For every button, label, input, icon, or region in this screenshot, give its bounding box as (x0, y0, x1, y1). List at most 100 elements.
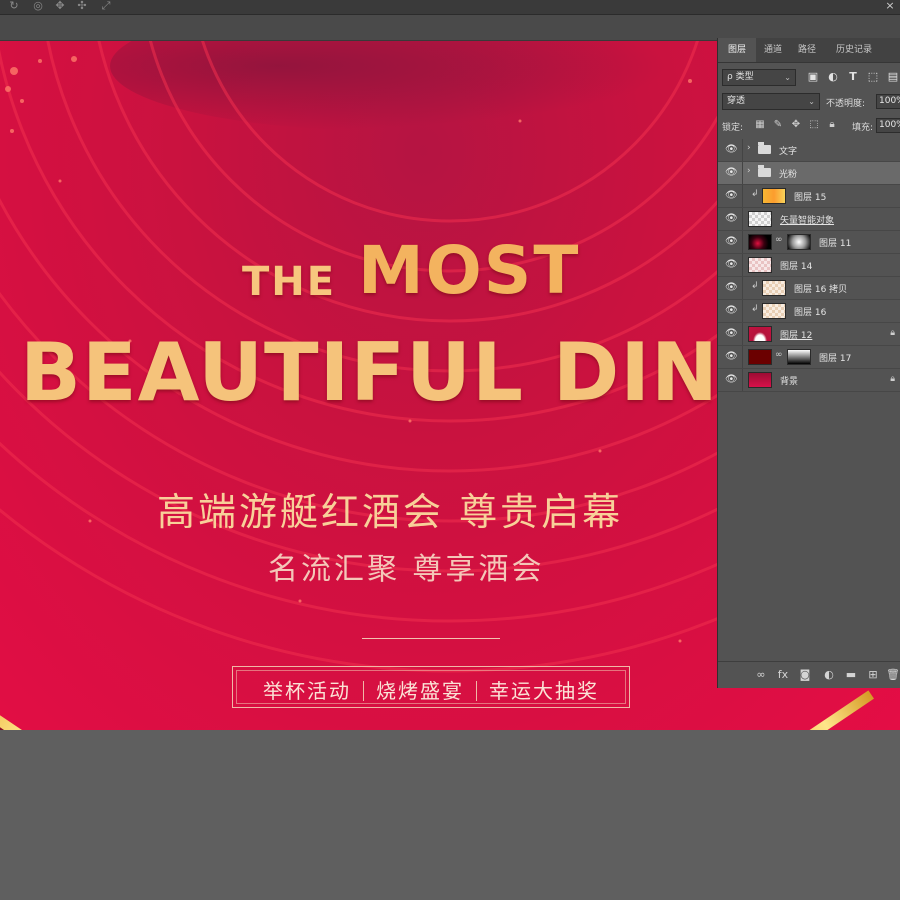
layer-row[interactable]: 👁︎ ↲ 图层 16 (718, 300, 900, 323)
blend-mode-select[interactable]: 穿透 ⌄ (722, 93, 820, 110)
lock-artboard-icon[interactable]: ⬚ (808, 119, 820, 131)
layer-kind-filter-label: ρ 类型 (727, 72, 754, 82)
chevron-right-icon[interactable]: › (747, 143, 751, 153)
headline-the: THE (242, 259, 337, 305)
layer-thumbnail (748, 326, 772, 342)
eye-icon[interactable]: 👁︎ (725, 259, 738, 271)
layer-row[interactable]: 👁︎ › 光粉 (718, 162, 900, 185)
layer-kind-filter[interactable]: ρ 类型 ⌄ (722, 69, 796, 86)
tab-layers[interactable]: 图层 (718, 38, 756, 62)
tab-paths[interactable]: 路径 (790, 38, 824, 62)
layer-name: 图层 16 拷贝 (794, 285, 848, 295)
eye-icon[interactable]: 👁︎ (725, 305, 738, 317)
eye-icon[interactable]: 👁︎ (725, 144, 738, 156)
clipping-mask-icon: ↲ (751, 304, 759, 314)
add-mask-icon[interactable]: ◙ (798, 668, 812, 682)
subtitle-secondary: 名流汇聚 尊享酒会 (268, 552, 545, 587)
chevron-right-icon[interactable]: › (747, 166, 751, 176)
opacity-label: 不透明度: (826, 99, 866, 109)
fill-label: 填充: (852, 123, 874, 133)
layer-thumbnail (748, 234, 772, 250)
fill-field[interactable]: 100% (876, 118, 900, 133)
options-bar: ↻ ◎ ✥ ✣ ⤢ × (0, 0, 900, 15)
eye-icon[interactable]: 👁︎ (725, 167, 738, 179)
new-group-icon[interactable]: ▬ (844, 668, 858, 682)
eye-icon[interactable]: 👁︎ (725, 236, 738, 248)
3d-slide-icon[interactable]: ✣ (76, 0, 88, 12)
layer-thumbnail (748, 349, 772, 365)
eye-icon[interactable]: 👁︎ (725, 213, 738, 225)
tab-history[interactable]: 历史记录 (824, 38, 884, 62)
3d-rotate-icon[interactable]: ↻ (8, 0, 20, 12)
layer-row[interactable]: 👁︎ › 文字 (718, 139, 900, 162)
adjustment-layer-icon[interactable]: ◐ (822, 668, 836, 682)
layer-list: 👁︎ › 文字 👁︎ › 光粉 👁︎ ↲ 图层 15 👁︎ 矢量智能对象 👁︎ (718, 139, 900, 392)
lock-position-icon[interactable]: ✥ (790, 119, 802, 131)
eye-icon[interactable]: 👁︎ (725, 374, 738, 386)
3d-pan-icon[interactable]: ✥ (54, 0, 66, 12)
layer-name: 图层 14 (780, 262, 813, 272)
new-layer-icon[interactable]: ⊞ (866, 668, 880, 682)
lock-image-icon[interactable]: ✎ (772, 119, 784, 131)
layers-panel-footer: ∞ fx ◙ ◐ ▬ ⊞ 🗑︎ (718, 661, 900, 688)
layer-thumbnail (762, 303, 786, 319)
3d-roll-icon[interactable]: ◎ (32, 0, 44, 12)
layer-row[interactable]: 👁︎ ∞ 图层 11 (718, 231, 900, 254)
tab-channels[interactable]: 通道 (756, 38, 790, 62)
layer-name: 矢量智能对象 (780, 216, 835, 226)
layer-name: 光粉 (779, 170, 798, 180)
eye-icon[interactable]: 👁︎ (725, 328, 738, 340)
layer-thumbnail (748, 257, 772, 273)
activity-tag-box: 举杯活动 烧烤盛宴 幸运大抽奖 (232, 666, 630, 708)
lock-row: 锁定: ▦ ✎ ✥ ⬚ 🔒︎ 填充: 100% (722, 117, 900, 135)
adjustment-filter-icon[interactable]: ◐ (826, 70, 840, 84)
layer-row[interactable]: 👁︎ 图层 12 🔒︎ (718, 323, 900, 346)
3d-scale-icon[interactable]: ⤢ (100, 0, 112, 12)
divider-line (362, 638, 500, 639)
eye-icon[interactable]: 👁︎ (725, 282, 738, 294)
headline-most: MOST (358, 232, 581, 309)
layer-name: 图层 17 (819, 354, 852, 364)
tag-item: 烧烤盛宴 (376, 679, 464, 703)
link-layers-icon[interactable]: ∞ (754, 668, 768, 682)
folder-icon (758, 165, 771, 177)
layer-name: 图层 12 (780, 331, 813, 341)
layer-row[interactable]: 👁︎ 图层 14 (718, 254, 900, 277)
pixel-filter-icon[interactable]: ▣ (806, 70, 820, 84)
trash-icon[interactable]: 🗑︎ (886, 668, 900, 682)
layer-row[interactable]: 👁︎ 矢量智能对象 (718, 208, 900, 231)
layer-row[interactable]: 👁︎ ↲ 图层 15 (718, 185, 900, 208)
headline-beautiful: BEAUTIFUL DINN (20, 326, 787, 419)
layer-row[interactable]: 👁︎ ↲ 图层 16 拷贝 (718, 277, 900, 300)
layer-mask-thumbnail (787, 349, 811, 365)
layer-thumbnail (748, 372, 772, 388)
layer-name: 文字 (779, 147, 798, 157)
opacity-field[interactable]: 100% (876, 94, 900, 109)
layer-row[interactable]: 👁︎ 背景 🔒︎ (718, 369, 900, 392)
folder-icon (758, 142, 771, 154)
tag-item: 幸运大抽奖 (489, 679, 599, 703)
chevron-down-icon: ⌄ (784, 73, 791, 82)
smart-object-filter-icon[interactable]: ▤ (886, 70, 900, 84)
close-icon[interactable]: × (884, 0, 896, 12)
blend-mode-value: 穿透 (727, 96, 746, 106)
eye-icon[interactable]: 👁︎ (725, 351, 738, 363)
subtitle-primary: 高端游艇红酒会 尊贵启幕 (157, 490, 624, 534)
clipping-mask-icon: ↲ (751, 189, 759, 199)
layer-mask-thumbnail (787, 234, 811, 250)
headline-the-most: THE MOST (238, 216, 718, 311)
tag-separator (363, 681, 364, 701)
lock-transparent-icon[interactable]: ▦ (754, 119, 766, 131)
eye-icon[interactable]: 👁︎ (725, 190, 738, 202)
fx-icon[interactable]: fx (776, 668, 790, 682)
gold-stripe-left (0, 696, 81, 730)
layer-row[interactable]: 👁︎ ∞ 图层 17 (718, 346, 900, 369)
blend-row: 穿透 ⌄ 不透明度: 100% (722, 93, 900, 111)
type-filter-icon[interactable]: T (846, 70, 860, 84)
gold-stripe-right (777, 690, 874, 730)
link-icon: ∞ (775, 235, 783, 245)
shape-filter-icon[interactable]: ⬚ (866, 70, 880, 84)
lock-all-icon[interactable]: 🔒︎ (826, 119, 838, 131)
lock-icon: 🔒︎ (890, 374, 895, 384)
layer-name: 图层 15 (794, 193, 827, 203)
